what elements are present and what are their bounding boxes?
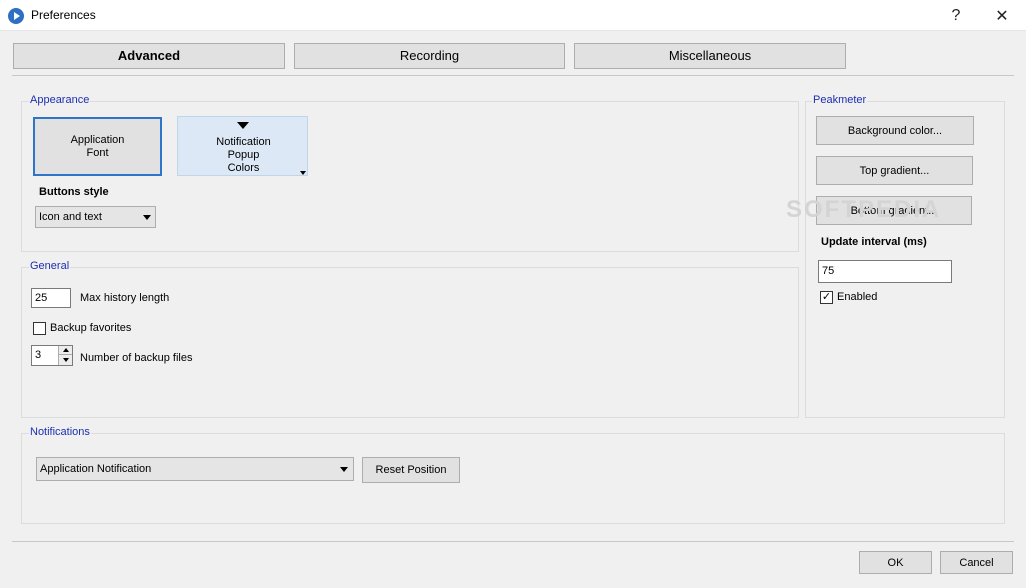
title-bar [0, 0, 1026, 31]
backup-favorites-label: Backup favorites [50, 322, 132, 334]
notification-type-select[interactable]: Application Notification [36, 457, 354, 481]
top-gradient-button[interactable]: Top gradient... [816, 156, 973, 185]
spin-up-icon [63, 348, 69, 352]
ok-button[interactable]: OK [859, 551, 932, 574]
max-history-label: Max history length [80, 292, 170, 304]
general-group [21, 267, 799, 418]
appearance-group-label: Appearance [29, 94, 91, 106]
backup-favorites-checkbox[interactable] [33, 322, 46, 335]
update-interval-input[interactable]: 75 [818, 260, 952, 283]
cancel-button[interactable]: Cancel [940, 551, 1013, 574]
backup-files-value: 3 [35, 349, 42, 361]
tab-miscellaneous[interactable]: Miscellaneous [574, 43, 846, 69]
notification-type-value: Application Notification [40, 463, 152, 475]
buttons-style-select[interactable]: Icon and text [35, 206, 156, 228]
tab-recording[interactable]: Recording [294, 43, 565, 69]
help-button[interactable]: ? [933, 0, 979, 31]
backup-files-label: Number of backup files [80, 352, 193, 364]
application-font-button[interactable]: Application Font [33, 117, 162, 176]
peakmeter-group-label: Peakmeter [812, 94, 868, 106]
notification-label-line3: Colors [227, 162, 260, 174]
backup-files-spinbox[interactable]: 3 [31, 345, 73, 366]
tab-advanced[interactable]: Advanced [13, 43, 285, 69]
notifications-group-label: Notifications [29, 426, 91, 438]
notification-popup-colors-button[interactable]: Notification Popup Colors [177, 116, 308, 176]
window-title: Preferences [31, 8, 96, 22]
notification-label-line2: Popup [227, 149, 260, 161]
close-button[interactable]: ✕ [979, 0, 1025, 31]
spin-down-button[interactable] [58, 355, 72, 365]
max-history-input[interactable]: 25 [31, 288, 71, 308]
footer-separator [12, 541, 1014, 542]
spin-up-button[interactable] [58, 346, 72, 355]
background-color-button[interactable]: Background color... [816, 116, 974, 145]
buttons-style-label: Buttons style [39, 186, 109, 198]
watermark: SOFTPEDIA [786, 196, 942, 223]
buttons-style-value: Icon and text [39, 211, 102, 223]
general-group-label: General [29, 260, 71, 272]
update-interval-label: Update interval (ms) [821, 236, 927, 248]
checkmark-icon: ✓ [821, 291, 832, 303]
enabled-label: Enabled [837, 291, 878, 303]
enabled-checkbox[interactable]: ✓ [820, 291, 833, 304]
chevron-down-icon [143, 215, 151, 220]
tab-divider [12, 75, 1014, 76]
spin-down-icon [63, 358, 69, 362]
chevron-down-icon [340, 467, 348, 472]
application-font-label-line2: Font [86, 146, 109, 159]
application-font-label-line1: Application [70, 133, 125, 146]
small-dropdown-arrow-icon [300, 171, 306, 175]
notification-dropdown-arrow-icon [237, 122, 249, 129]
notification-label-line1: Notification [216, 136, 271, 148]
reset-position-button[interactable]: Reset Position [362, 457, 460, 483]
app-play-icon [8, 8, 24, 24]
